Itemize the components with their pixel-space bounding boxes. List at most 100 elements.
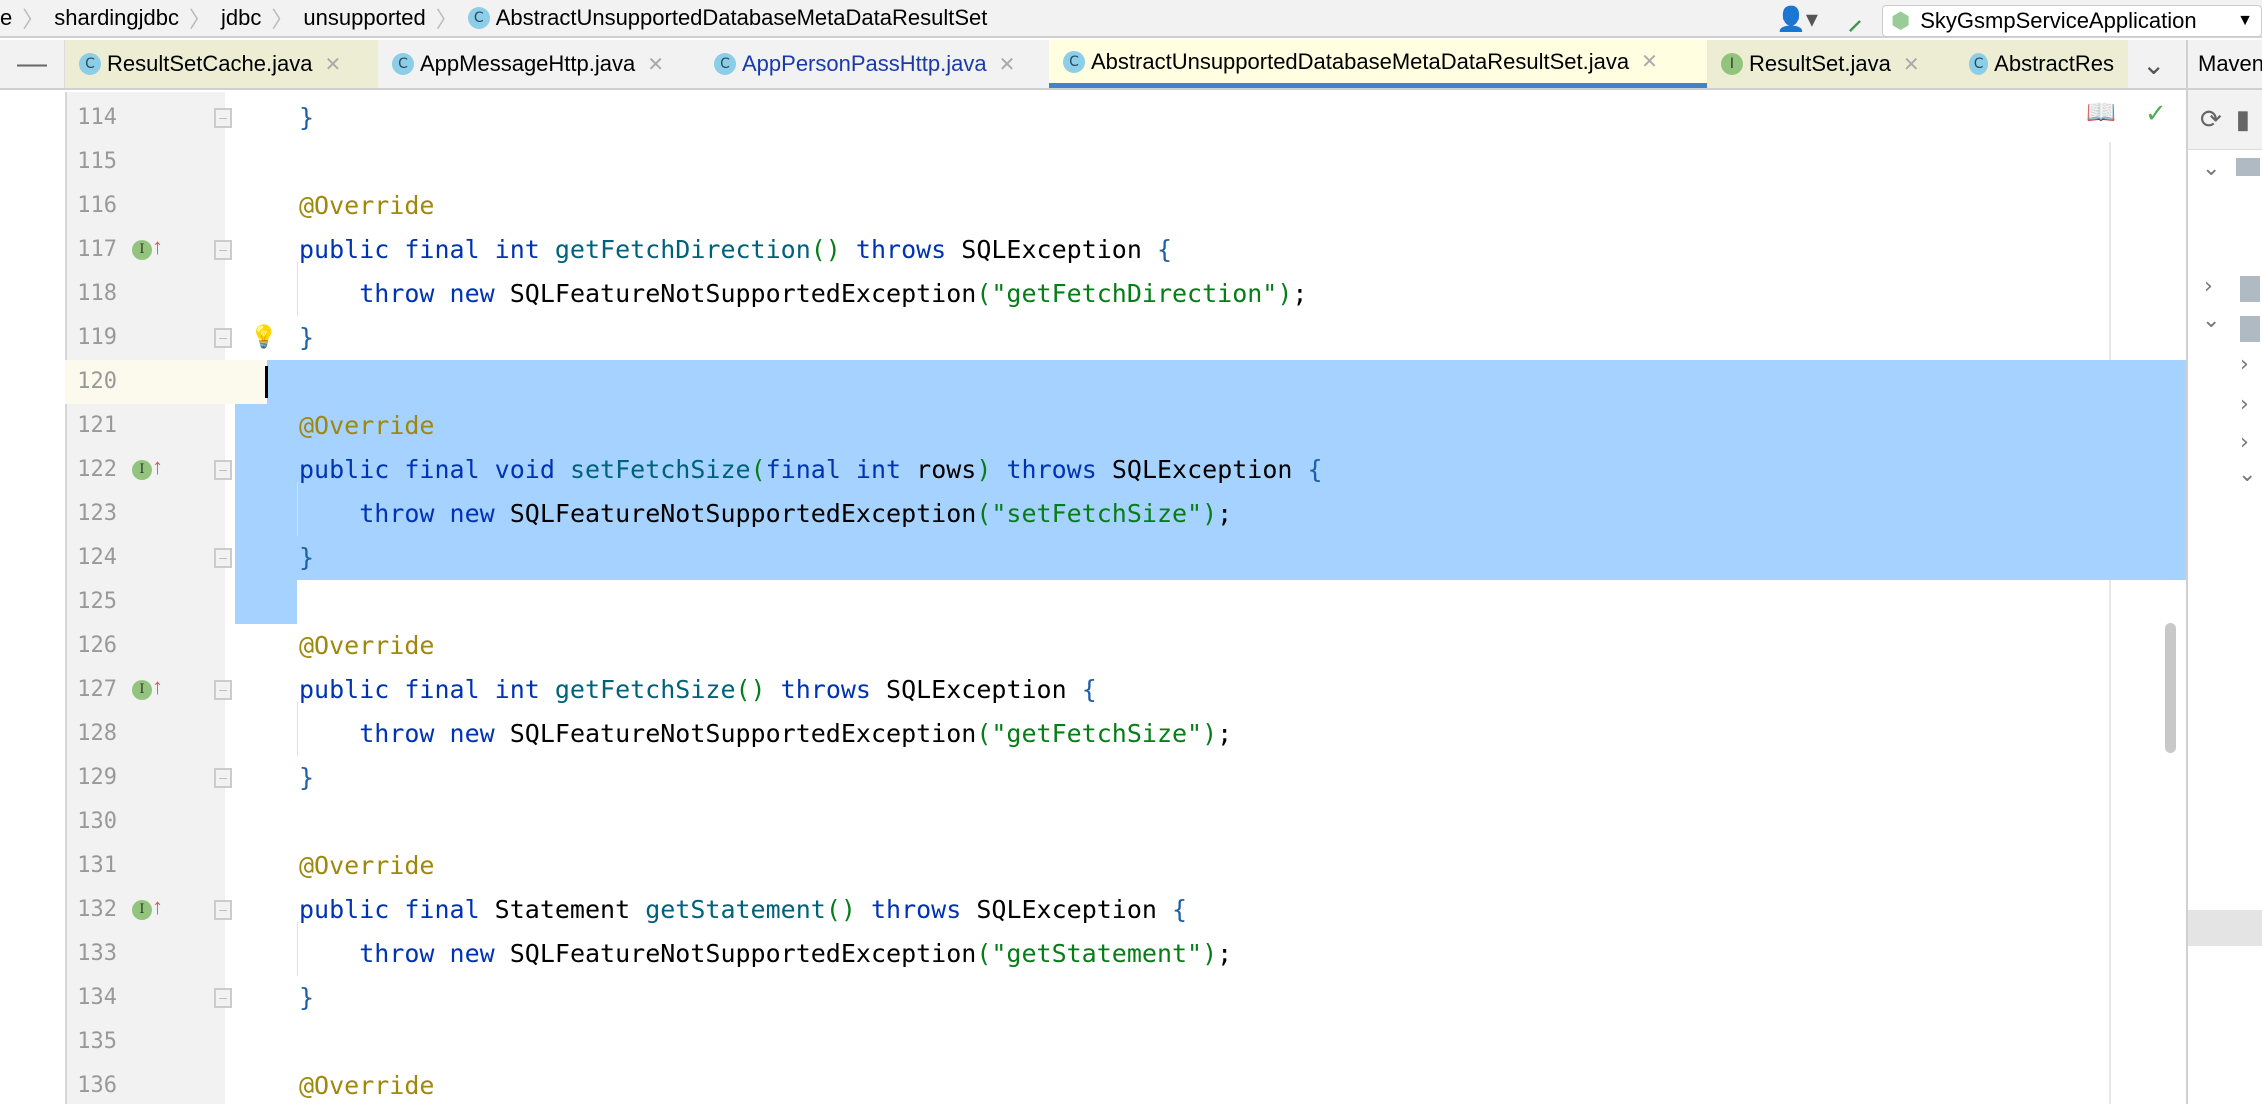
tab-label: ResultSetCache.java [107,51,313,76]
line-number: 124 [77,545,117,570]
maven-panel: Maven ⟳ ▮ ⌄ › ⌄ › › › ⌄ [2186,40,2262,1104]
run-configuration-label: SkyGsmpServiceApplication [1920,8,2197,33]
overrides-arrow-icon[interactable]: ↑ [152,234,163,260]
code-token: ) [976,455,992,484]
editor-tab[interactable]: C ResultSetCache.java ✕ [65,40,378,88]
editor-tab[interactable]: C AppMessageHttp.java ✕ [378,40,700,88]
chevron-down-icon[interactable]: ⌄ [2238,462,2256,487]
editor-tab[interactable]: C AbstractRes [1955,40,2128,88]
code-token: @Override [299,191,435,220]
build-hammer-icon[interactable]: ⸝ [1848,0,1862,38]
collapse-button[interactable]: — [0,40,65,88]
line-number: 126 [77,633,117,658]
vcs-user-icon[interactable]: 👤▾ [1776,5,1818,34]
breadcrumb-separator: 〉 [435,7,458,32]
class-icon: C [392,53,414,75]
no-problems-check-icon[interactable]: ✓ [2145,98,2167,129]
close-icon[interactable]: ✕ [324,52,341,77]
fold-end-icon[interactable]: – [214,328,232,348]
reader-mode-icon[interactable]: 📖 [2086,98,2116,127]
maven-panel-title[interactable]: Maven [2198,51,2262,77]
code-line: } [299,756,314,800]
editor-tab[interactable]: C AppPersonPassHttp.java ✕ [700,40,1049,88]
code-line: } [299,316,314,360]
overrides-arrow-icon[interactable]: ↑ [152,454,163,480]
breadcrumb-item[interactable]: C AbstractUnsupportedDatabaseMetaDataResu… [467,0,987,37]
code-line: public final int getFetchSize() throws S… [299,668,1097,712]
overrides-arrow-icon[interactable]: ↑ [152,894,163,920]
refresh-icon[interactable]: ⟳ [2200,104,2222,135]
breadcrumb-label: e [0,5,13,30]
code-token: setFetchSize [569,455,751,484]
maven-module-icon [2240,276,2260,302]
code-token: getFetchSize [554,675,736,704]
breadcrumb-separator: 〉 [189,7,212,32]
breadcrumb-item[interactable]: jdbc [221,0,261,37]
breadcrumb-item[interactable]: e [0,0,12,37]
code-editor[interactable]: 📖 ✓ 💡 114–} 115 116 @Override 117– I ↑ public fi… [0,92,2186,1104]
breadcrumb-item[interactable]: unsupported [303,0,425,37]
more-tabs-chevron-icon[interactable]: ⌄ [2128,40,2179,88]
close-icon[interactable]: ✕ [1903,52,1920,77]
line-number: 118 [77,281,117,306]
line-number: 117 [77,237,117,262]
code-token: throw new [359,939,510,968]
tab-label: AbstractUnsupportedDatabaseMetaDataResul… [1091,48,1630,74]
code-line: @Override [299,1064,434,1104]
fold-start-icon[interactable]: – [214,460,232,480]
fold-end-icon[interactable]: – [214,768,232,788]
toolbar-icon[interactable]: ▮ [2236,104,2250,135]
fold-start-icon[interactable]: – [214,240,232,260]
close-icon[interactable]: ✕ [999,52,1016,77]
maven-module-icon [2240,316,2260,342]
close-icon[interactable]: ✕ [647,52,664,77]
editor-scrollbar[interactable] [2165,623,2176,753]
tab-label: AbstractRes [1994,51,2114,76]
close-icon[interactable]: ✕ [1641,49,1658,74]
implements-interface-icon[interactable]: I [132,900,152,920]
code-line: throw new SQLFeatureNotSupportedExceptio… [299,712,1232,756]
text-selection [267,360,2186,404]
code-token: { [1081,675,1097,704]
fold-end-icon[interactable]: – [214,988,232,1008]
chevron-right-icon[interactable]: › [2240,352,2249,377]
code-token: ("setFetchSize") [976,499,1218,528]
chevron-down-icon[interactable]: ⌄ [2202,156,2220,181]
fold-start-icon[interactable]: – [214,900,232,920]
code-line: @Override [299,404,434,448]
line-number: 119 [77,325,117,350]
chevron-right-icon[interactable]: › [2240,430,2249,455]
text-caret [265,366,268,398]
line-number: 115 [77,149,117,174]
chevron-right-icon[interactable]: › [2240,392,2249,417]
implements-interface-icon[interactable]: I [132,460,152,480]
intention-bulb-icon[interactable]: 💡 [250,324,277,350]
implements-interface-icon[interactable]: I [132,240,152,260]
overrides-arrow-icon[interactable]: ↑ [152,674,163,700]
code-token: } [299,103,315,132]
code-token: final int [765,455,917,484]
line-number: 121 [77,413,117,438]
code-token: () [810,235,841,264]
code-token: () [735,675,766,704]
breadcrumb-item[interactable]: shardingjdbc [54,0,179,37]
code-line: throw new SQLFeatureNotSupportedExceptio… [299,272,1307,316]
indent-guide [297,702,298,756]
code-token: } [299,323,315,352]
code-token: ("getStatement") [976,939,1218,968]
breadcrumb-separator: 〉 [271,7,294,32]
chevron-right-icon[interactable]: › [2204,274,2213,299]
fold-end-icon[interactable]: – [214,548,232,568]
run-configuration-select[interactable]: ⬢ SkyGsmpServiceApplication ▼ [1882,5,2262,37]
fold-start-icon[interactable]: – [214,680,232,700]
implements-interface-icon[interactable]: I [132,680,152,700]
editor-tab[interactable]: I ResultSet.java ✕ [1707,40,1955,88]
code-token: { [1307,455,1323,484]
editor-tab[interactable]: C AbstractUnsupportedDatabaseMetaDataResu… [1049,40,1707,88]
fold-end-icon[interactable]: – [214,108,232,128]
code-token: { [1172,895,1188,924]
chevron-down-icon[interactable]: ⌄ [2202,308,2220,333]
line-number: 114 [77,105,117,130]
